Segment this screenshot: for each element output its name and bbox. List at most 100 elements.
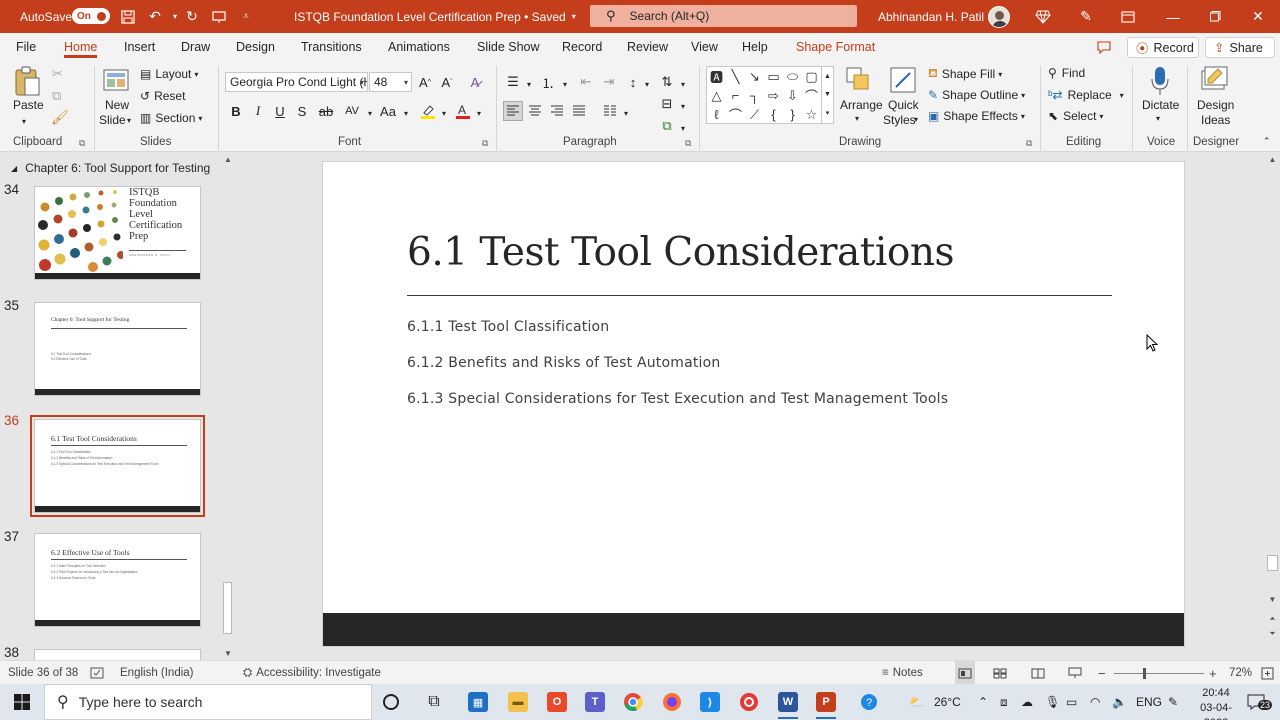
scrollbar-thumb[interactable]: [223, 582, 232, 634]
clipboard-launcher-icon[interactable]: ⧉: [79, 138, 85, 149]
diamond-icon[interactable]: [1032, 0, 1054, 33]
close-button[interactable]: ✕: [1235, 0, 1280, 33]
collapse-ribbon-icon[interactable]: ⌃: [1263, 136, 1271, 147]
help-icon[interactable]: ?: [860, 684, 878, 720]
scroll-up-icon[interactable]: ▲: [824, 73, 831, 80]
arrange-icon[interactable]: [845, 66, 873, 94]
pen-icon[interactable]: ✎: [1075, 0, 1097, 33]
strikethrough-button[interactable]: ab: [316, 101, 336, 121]
dictate-button[interactable]: Dictate: [1142, 98, 1179, 112]
shape-outline-button[interactable]: ✎ Shape Outline ▾: [928, 88, 1025, 102]
zoom-level[interactable]: 72%: [1229, 661, 1252, 685]
arrow-shape-icon[interactable]: ↘: [749, 69, 760, 85]
slide-bullet[interactable]: 6.1.3 Special Considerations for Test Ex…: [407, 391, 948, 407]
text-shadow-button[interactable]: S: [292, 101, 312, 121]
chrome-app-icon[interactable]: [614, 684, 652, 720]
store-app-icon[interactable]: ▦: [459, 684, 497, 720]
notifications-button[interactable]: 23: [1236, 684, 1276, 720]
drawing-launcher-icon[interactable]: ⧉: [1026, 138, 1032, 149]
onedrive-icon[interactable]: ☁: [1021, 684, 1033, 720]
weather-icon[interactable]: ⛅: [909, 684, 924, 720]
change-case-button[interactable]: Aa: [378, 101, 398, 121]
zoom-in-icon[interactable]: +: [1209, 661, 1217, 685]
chevron-down-icon[interactable]: ▾: [616, 103, 636, 123]
align-right-icon[interactable]: [547, 101, 567, 121]
minimize-button[interactable]: —: [1150, 0, 1196, 33]
editor-scrollbar[interactable]: ▲ ▼ ⏶ ⏷: [1265, 152, 1280, 660]
copy-icon[interactable]: ⧉: [52, 88, 61, 104]
search-box[interactable]: ⚲ Search (Alt+Q): [590, 5, 857, 27]
reading-view-icon[interactable]: [1031, 661, 1045, 685]
left-brace-shape-icon[interactable]: {: [771, 107, 775, 122]
current-slide[interactable]: 6.1 Test Tool Considerations 6.1.1 Test …: [322, 161, 1185, 647]
chevron-down-icon[interactable]: ▾: [914, 115, 918, 124]
increase-indent-icon[interactable]: ⇥: [599, 72, 619, 92]
zoom-slider-thumb[interactable]: [1143, 668, 1146, 679]
chevron-down-icon[interactable]: ▾: [396, 103, 416, 123]
record-button[interactable]: ⦿ Record: [1127, 37, 1199, 58]
undo-icon[interactable]: ↶: [144, 0, 166, 33]
slide-thumbnail-37[interactable]: 6.2 Effective Use of Tools 6.2.1 Main Pr…: [34, 533, 201, 627]
section-button[interactable]: ▥ Section ▾: [140, 111, 202, 125]
new-slide-icon[interactable]: [103, 66, 131, 94]
reset-button[interactable]: ↺ Reset: [140, 89, 185, 103]
scroll-up-icon[interactable]: ▲: [1265, 152, 1280, 166]
spelling-check-icon[interactable]: [90, 661, 104, 685]
text-box-shape-icon[interactable]: 🅰: [710, 67, 723, 86]
comments-button[interactable]: [1091, 37, 1116, 58]
tab-record[interactable]: Record: [562, 33, 602, 60]
freeform-shape-icon[interactable]: ⌒: [805, 86, 818, 105]
scroll-up-icon[interactable]: ▲: [221, 152, 235, 166]
design-ideas-icon[interactable]: [1200, 65, 1228, 95]
customize-toolbar-icon[interactable]: ⩡: [235, 0, 257, 33]
taskbar-search[interactable]: ⚲ Type here to search: [44, 684, 372, 720]
avatar[interactable]: [988, 6, 1010, 28]
quick-styles-icon[interactable]: [888, 65, 918, 95]
chevron-down-icon[interactable]: ▾: [855, 114, 859, 123]
scroll-down-icon[interactable]: ▼: [1265, 592, 1280, 606]
office-app-icon[interactable]: O: [538, 684, 576, 720]
slide-thumbnail-38[interactable]: [34, 649, 201, 660]
shapes-gallery[interactable]: 🅰 ╲ ↘ ▭ ⬭ ▢ △ ⌐ ┐ ⇨ ⇩ ⌒ ℓ ⌒ ⟋ { } ☆: [706, 66, 822, 124]
tab-view[interactable]: View: [691, 33, 718, 60]
scribble-shape-icon[interactable]: ℓ: [714, 107, 718, 122]
slide-sorter-icon[interactable]: [993, 661, 1007, 685]
paste-button[interactable]: Paste: [13, 98, 44, 112]
slide-thumbnail-36[interactable]: 6.1 Test Tool Considerations 6.1.1 Test …: [30, 415, 205, 517]
section-header[interactable]: ◢ Chapter 6: Tool Support for Testing: [11, 161, 210, 175]
zoom-out-icon[interactable]: −: [1098, 661, 1106, 685]
tab-insert[interactable]: Insert: [124, 33, 155, 60]
chevron-down-icon[interactable]: ▾: [673, 118, 693, 138]
scroll-down-icon[interactable]: ▼: [221, 646, 235, 660]
align-left-icon[interactable]: [503, 101, 523, 121]
scrollbar-thumb[interactable]: [1267, 555, 1278, 571]
maximize-button[interactable]: [1192, 0, 1238, 33]
panel-scrollbar[interactable]: ▲ ▼: [221, 152, 235, 660]
pen-workspace-icon[interactable]: ✎: [1168, 684, 1178, 720]
paste-dropdown-icon[interactable]: ▾: [22, 117, 26, 126]
file-explorer-icon[interactable]: ▬: [499, 684, 537, 720]
teams-app-icon[interactable]: T: [576, 684, 614, 720]
elbow-shape-icon[interactable]: ┐: [750, 88, 759, 103]
shapes-gallery-scroll[interactable]: ▲ ▼ ▾: [822, 66, 834, 124]
slide-thumbnail-34[interactable]: ISTQB Foundation Level Certification Pre…: [34, 186, 201, 280]
document-title[interactable]: ISTQB Foundation Level Certification Pre…: [294, 0, 576, 33]
tab-slide-show[interactable]: Slide Show: [477, 33, 540, 60]
new-slide-label-2[interactable]: Slide: [99, 113, 126, 127]
clock[interactable]: 20:44 03-04-2022: [1196, 686, 1236, 720]
battery-icon[interactable]: ▭: [1066, 684, 1077, 720]
slide-thumbnail-35[interactable]: Chapter 6: Tool Support for Testing 6.1 …: [34, 302, 201, 396]
ribbon-display-icon[interactable]: [1117, 0, 1139, 33]
font-size-combo[interactable]: 48 ▾: [369, 72, 412, 92]
font-launcher-icon[interactable]: ⧉: [482, 138, 488, 149]
chevron-down-icon[interactable]: ▾: [1156, 114, 1160, 123]
input-language[interactable]: ENG: [1136, 684, 1162, 720]
language-indicator[interactable]: English (India): [120, 661, 194, 685]
meet-now-icon[interactable]: ⧈: [1000, 684, 1008, 720]
task-view-icon[interactable]: ⧉: [415, 684, 453, 720]
powerpoint-app-icon[interactable]: P: [807, 684, 845, 720]
design-ideas-label-1[interactable]: Design: [1197, 98, 1234, 112]
align-center-icon[interactable]: [525, 101, 545, 121]
windows-start-icon[interactable]: [0, 684, 44, 720]
check-shape-icon[interactable]: ⟋: [750, 107, 759, 123]
